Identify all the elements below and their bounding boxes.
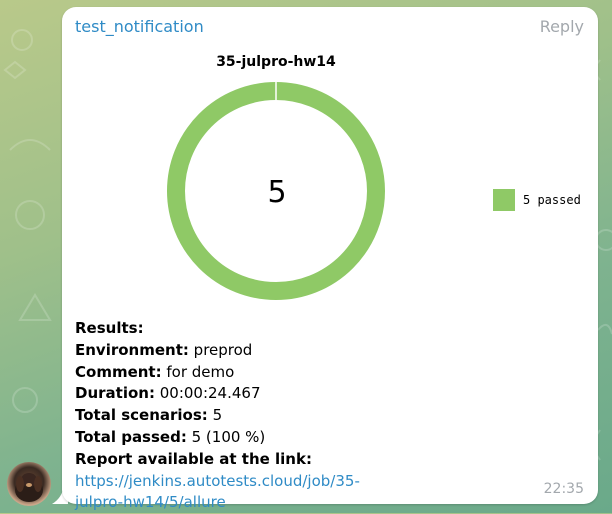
message-bubble: test_notification Reply 35-julpro-hw14 5… bbox=[62, 7, 598, 511]
comment-value: for demo bbox=[166, 362, 235, 381]
total-scenarios-value: 5 bbox=[212, 406, 223, 425]
test-results-chart: 35-julpro-hw14 5 5 passed bbox=[167, 54, 581, 300]
legend-label-0: 5 passed bbox=[523, 193, 581, 207]
sender-name[interactable]: test_notification bbox=[75, 17, 204, 36]
total-passed-label: Total passed: bbox=[75, 427, 187, 446]
chart-center-label: 5 bbox=[267, 175, 286, 210]
reply-button[interactable]: Reply bbox=[540, 17, 584, 36]
sender-avatar[interactable] bbox=[7, 462, 51, 506]
total-scenarios-label: Total scenarios: bbox=[75, 406, 208, 425]
duration-label: Duration: bbox=[75, 384, 155, 403]
chart-title: 35-julpro-hw14 bbox=[216, 54, 336, 70]
report-link-part2: julpro-hw14/5/allure bbox=[75, 493, 226, 512]
report-label: Report available at the link: bbox=[75, 449, 312, 468]
results-text: Results: Environment: preprod Comment: f… bbox=[75, 318, 595, 514]
total-passed-value: 5 (100 %) bbox=[191, 427, 266, 446]
report-link-part1: https://jenkins.autotests.cloud/job/35- bbox=[75, 471, 360, 490]
environment-value: preprod bbox=[193, 340, 253, 359]
message-time: 22:35 bbox=[543, 481, 584, 497]
report-link[interactable]: https://jenkins.autotests.cloud/job/35- j… bbox=[75, 472, 360, 512]
legend-swatch-0 bbox=[493, 189, 515, 211]
environment-label: Environment: bbox=[75, 340, 189, 359]
duration-value: 00:00:24.467 bbox=[159, 384, 261, 403]
comment-label: Comment: bbox=[75, 362, 162, 381]
results-heading: Results: bbox=[75, 319, 144, 337]
